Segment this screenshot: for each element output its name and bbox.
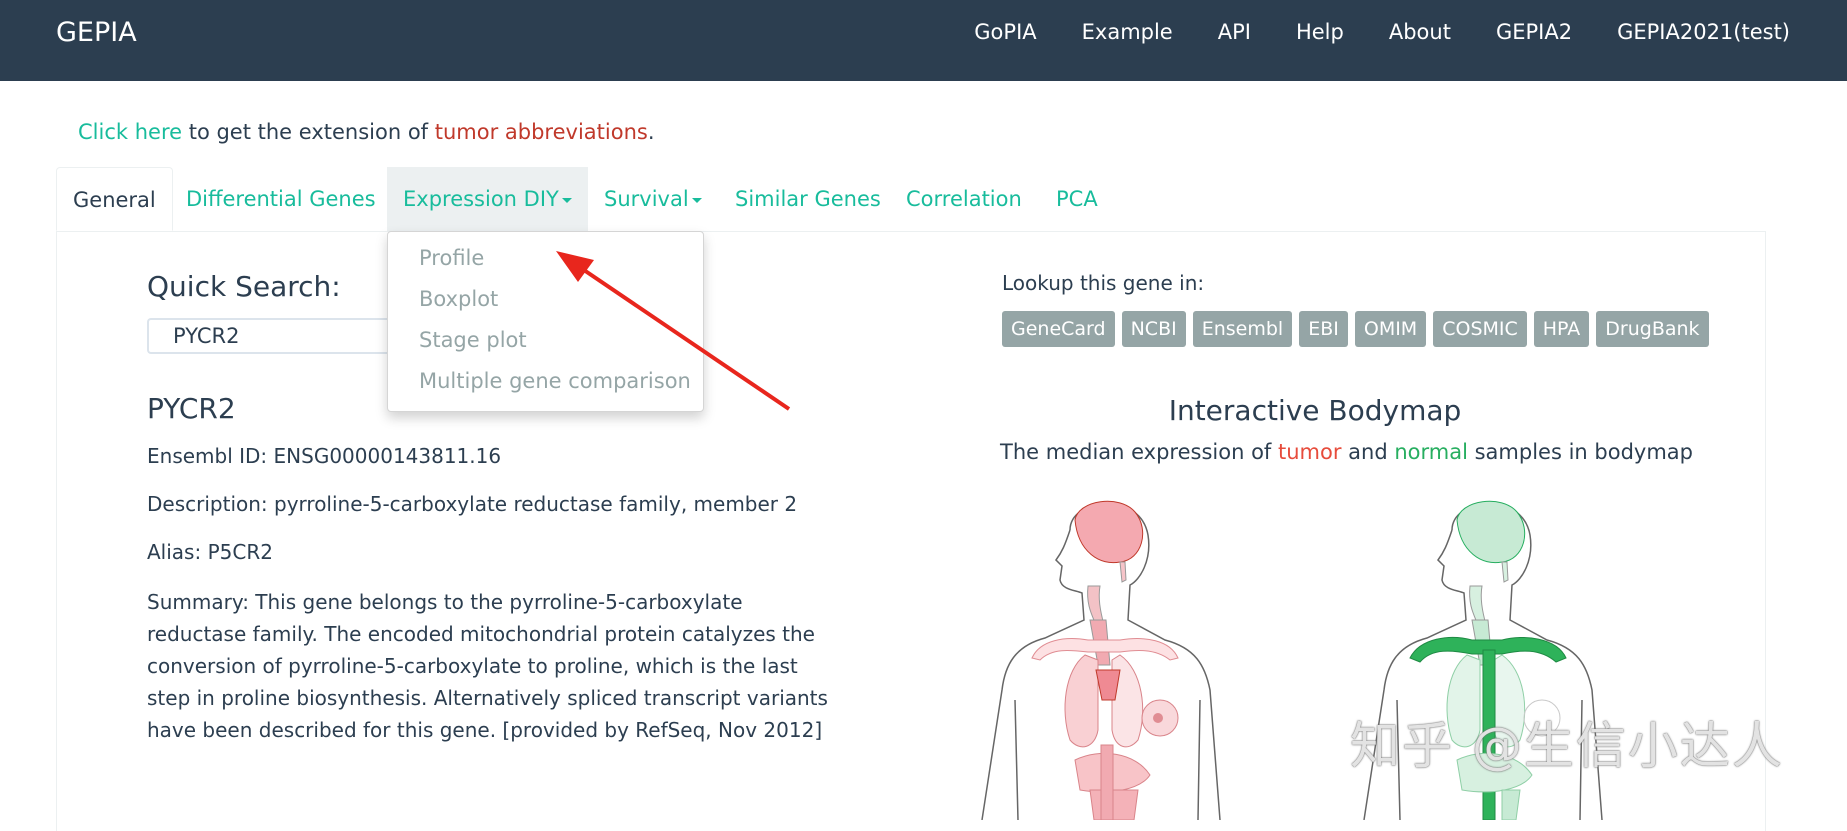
watermark-text: 知乎 @生信小达人 [1350, 717, 1784, 775]
tab-survival-label: Survival [604, 187, 689, 211]
tumor-colon [1100, 744, 1114, 820]
tab-expression-diy-label: Expression DIY [403, 187, 559, 211]
tumor-brain [1074, 500, 1144, 564]
bodymap-sub-post: samples in bodymap [1467, 440, 1693, 464]
tab-differential-genes[interactable]: Differential Genes [170, 167, 392, 231]
tab-correlation[interactable]: Correlation [890, 167, 1038, 231]
nav-api[interactable]: API [1218, 20, 1251, 44]
nav-links: GoPIA Example API Help About GEPIA2 GEPI… [929, 20, 1790, 44]
normal-word: normal [1394, 440, 1468, 464]
genecard-button[interactable]: GeneCard [1002, 311, 1115, 347]
normal-stomach [1501, 789, 1521, 820]
menu-item-profile[interactable]: Profile [419, 246, 484, 270]
tumor-esophagus [1087, 585, 1105, 626]
tumor-stomach [1089, 789, 1139, 820]
lookup-label: Lookup this gene in: [1002, 271, 1205, 295]
expression-diy-dropdown: Profile Boxplot Stage plot Multiple gene… [387, 231, 704, 412]
normal-esophagus [1469, 585, 1487, 626]
menu-item-multiple-gene-comparison[interactable]: Multiple gene comparison [419, 369, 691, 393]
caret-down-icon [561, 197, 572, 203]
gene-alias: Alias: P5CR2 [147, 540, 273, 564]
cosmic-button[interactable]: COSMIC [1433, 311, 1527, 347]
ncbi-button[interactable]: NCBI [1121, 311, 1186, 347]
tab-similar-genes[interactable]: Similar Genes [719, 167, 897, 231]
quick-search-label: Quick Search: [147, 270, 341, 303]
bodymap-title: Interactive Bodymap [1168, 394, 1462, 427]
bodymap-sub-and: and [1341, 440, 1395, 464]
omim-button[interactable]: OMIM [1354, 311, 1427, 347]
nav-gepia2021[interactable]: GEPIA2021(test) [1617, 20, 1790, 44]
lookup-buttons: GeneCard NCBI Ensembl EBI OMIM COSMIC HP… [1002, 311, 1716, 347]
tab-general[interactable]: General [56, 167, 173, 231]
nav-gopia[interactable]: GoPIA [974, 20, 1036, 44]
notice-period: . [647, 120, 655, 144]
tumor-left-lung [1064, 654, 1099, 748]
notice-text: to get the extension of [182, 120, 435, 144]
normal-brainstem [1501, 561, 1509, 583]
bodymap-sub-pre: The median expression of [1000, 440, 1278, 464]
drugbank-button[interactable]: DrugBank [1596, 311, 1709, 347]
quick-search-input[interactable]: PYCR2 [147, 318, 397, 354]
tumor-right-lung [1111, 654, 1144, 748]
nav-help[interactable]: Help [1296, 20, 1344, 44]
nav-about[interactable]: About [1389, 20, 1451, 44]
nav-example[interactable]: Example [1082, 20, 1173, 44]
caret-down-icon [691, 197, 702, 203]
gene-title: PYCR2 [147, 392, 236, 425]
tumor-breast-center [1153, 713, 1163, 723]
tumor-brainstem [1119, 561, 1127, 583]
tumor-word: tumor [1278, 440, 1342, 464]
tumor-bodymap[interactable] [970, 490, 1260, 820]
normal-brain [1456, 500, 1526, 564]
top-navbar: GEPIA GoPIA Example API Help About GEPIA… [0, 0, 1847, 81]
tumor-abbreviations-link[interactable]: tumor abbreviations [435, 120, 648, 144]
bodymap-subtitle: The median expression of tumor and norma… [1000, 440, 1693, 464]
abbreviation-notice: Click here to get the extension of tumor… [78, 120, 655, 144]
tab-expression-diy[interactable]: Expression DIY [387, 167, 588, 231]
tab-survival[interactable]: Survival [588, 167, 718, 231]
tumor-body-outline-left [981, 529, 1085, 820]
menu-item-boxplot[interactable]: Boxplot [419, 287, 498, 311]
gene-description: Description: pyrroline-5-carboxylate red… [147, 492, 798, 516]
nav-gepia2[interactable]: GEPIA2 [1496, 20, 1572, 44]
brand-logo[interactable]: GEPIA [56, 17, 137, 48]
tab-bar: General Differential Genes Expression DI… [56, 167, 1766, 232]
ensembl-id: Ensembl ID: ENSG00000143811.16 [147, 444, 502, 468]
menu-item-stage-plot[interactable]: Stage plot [419, 328, 527, 352]
gene-summary: Summary: This gene belongs to the pyrrol… [147, 590, 828, 742]
ensembl-button[interactable]: Ensembl [1192, 311, 1293, 347]
hpa-button[interactable]: HPA [1533, 311, 1590, 347]
tab-pca[interactable]: PCA [1040, 167, 1114, 231]
click-here-link[interactable]: Click here [78, 120, 182, 144]
ebi-button[interactable]: EBI [1299, 311, 1348, 347]
